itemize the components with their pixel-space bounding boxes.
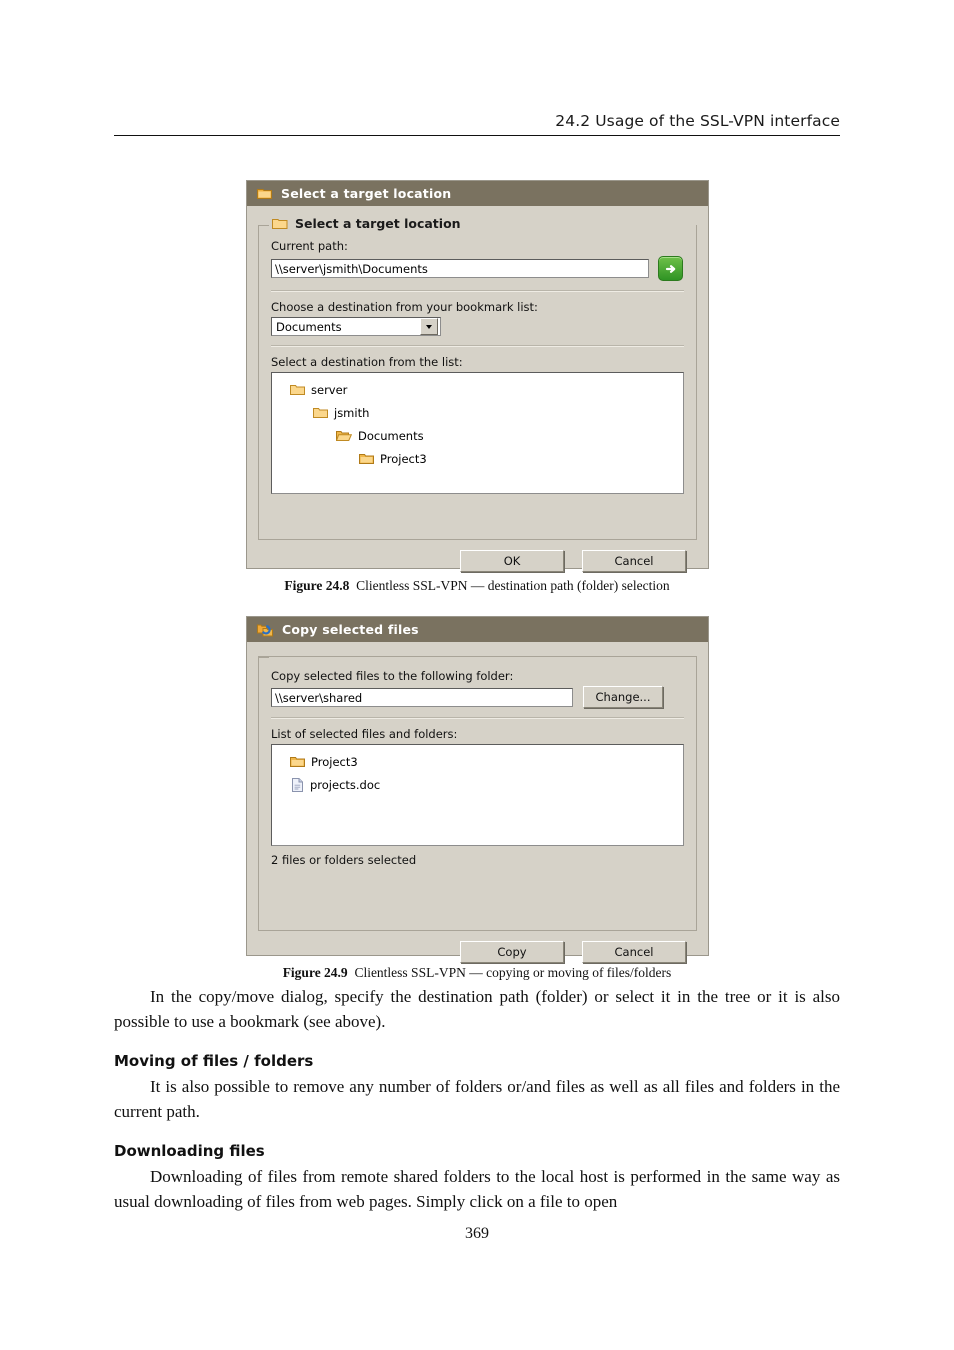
target-location-groupbox: Select a target location Current path: \… (258, 216, 697, 540)
tree-item-jsmith[interactable]: jsmith (272, 401, 683, 424)
tree-item-server[interactable]: server (272, 378, 683, 401)
chevron-down-icon[interactable] (420, 318, 438, 335)
figure-caption-label: Figure 24.8 (284, 578, 350, 593)
bookmark-select[interactable]: Documents (271, 317, 441, 336)
folder-icon (290, 384, 305, 396)
current-path-label: Current path: (271, 239, 348, 253)
folder-icon (359, 453, 374, 465)
dialog-body: Copy selected files to the following fol… (247, 642, 708, 974)
tree-item-label: Project3 (380, 451, 427, 466)
figure-caption-24-8: Figure 24.8 Clientless SSL-VPN — destina… (0, 578, 954, 594)
page-running-header: 24.2 Usage of the SSL-VPN interface (114, 112, 840, 136)
bookmark-label: Choose a destination from your bookmark … (271, 300, 538, 314)
arrow-right-go-icon[interactable] (658, 256, 683, 281)
list-item-label: Project3 (311, 754, 358, 769)
groupbox-legend-text: Select a target location (295, 216, 461, 231)
groupbox-legend: Select a target location (269, 216, 466, 231)
separator (271, 717, 684, 719)
tree-item-label: Documents (358, 428, 424, 443)
selection-status-text: 2 files or folders selected (271, 853, 417, 867)
figure-caption-label: Figure 24.9 (282, 965, 348, 980)
copy-selected-files-dialog[interactable]: Copy selected files Copy selected files … (246, 616, 709, 963)
copy-files-icon (257, 623, 273, 637)
copy-groupbox: Copy selected files to the following fol… (258, 656, 697, 931)
tree-item-label: jsmith (334, 405, 370, 420)
change-button[interactable]: Change... (583, 686, 663, 708)
dialog-body: Select a target location Current path: \… (247, 206, 708, 583)
running-header-text: 24.2 Usage of the SSL-VPN interface (555, 112, 840, 130)
bookmark-selected-value: Documents (276, 319, 342, 334)
list-item[interactable]: projects.doc (272, 773, 683, 796)
heading-downloading-files: Downloading files (114, 1142, 265, 1160)
folder-open-icon (336, 430, 352, 442)
folder-icon (272, 217, 288, 230)
list-item[interactable]: Project3 (272, 750, 683, 773)
folder-icon (290, 756, 305, 768)
dialog-title: Copy selected files (282, 622, 419, 637)
dialog-button-row: OK Cancel (258, 540, 697, 572)
paragraph-moving: It is also possible to remove any number… (114, 1077, 840, 1121)
body-content: In the copy/move dialog, specify the des… (114, 984, 840, 1214)
dialog-titlebar: Select a target location (247, 181, 708, 206)
current-path-input[interactable]: \\server\jsmith\Documents (271, 259, 649, 278)
copy-button[interactable]: Copy (460, 941, 564, 963)
figure-caption-text: Clientless SSL-VPN — destination path (f… (356, 578, 670, 593)
copy-destination-label: Copy selected files to the following fol… (271, 669, 514, 683)
figure-caption-text: Clientless SSL-VPN — copying or moving o… (354, 965, 672, 980)
selection-list-label: List of selected files and folders: (271, 727, 458, 741)
tree-item-project3[interactable]: Project3 (272, 447, 683, 470)
tree-item-label: server (311, 382, 348, 397)
destination-list-label: Select a destination from the list: (271, 355, 463, 369)
dialog-titlebar: Copy selected files (247, 617, 708, 642)
separator (271, 345, 684, 347)
separator (271, 290, 684, 292)
dialog-title: Select a target location (281, 186, 452, 201)
folder-icon (313, 407, 328, 419)
cancel-button[interactable]: Cancel (582, 550, 686, 572)
figure-caption-24-9: Figure 24.9 Clientless SSL-VPN — copying… (0, 965, 954, 981)
document-icon (291, 777, 304, 792)
heading-moving-files: Moving of files / folders (114, 1052, 314, 1070)
folder-icon (257, 187, 272, 200)
header-rule (114, 135, 840, 136)
selected-files-list[interactable]: Project3 projects.doc (271, 744, 684, 846)
page-number: 369 (465, 1225, 489, 1242)
paragraph-intro: In the copy/move dialog, specify the des… (114, 987, 840, 1031)
destination-tree[interactable]: server jsmith Documents Project3 (271, 372, 684, 494)
list-item-label: projects.doc (310, 777, 381, 792)
copy-destination-input[interactable]: \\server\shared (271, 687, 573, 707)
ok-button[interactable]: OK (460, 550, 564, 572)
paragraph-downloading: Downloading of files from remote shared … (114, 1167, 840, 1211)
dialog-button-row: Copy Cancel (258, 931, 697, 963)
cancel-button[interactable]: Cancel (582, 941, 686, 963)
select-target-location-dialog[interactable]: Select a target location Select a target… (246, 180, 709, 572)
tree-item-documents[interactable]: Documents (272, 424, 683, 447)
